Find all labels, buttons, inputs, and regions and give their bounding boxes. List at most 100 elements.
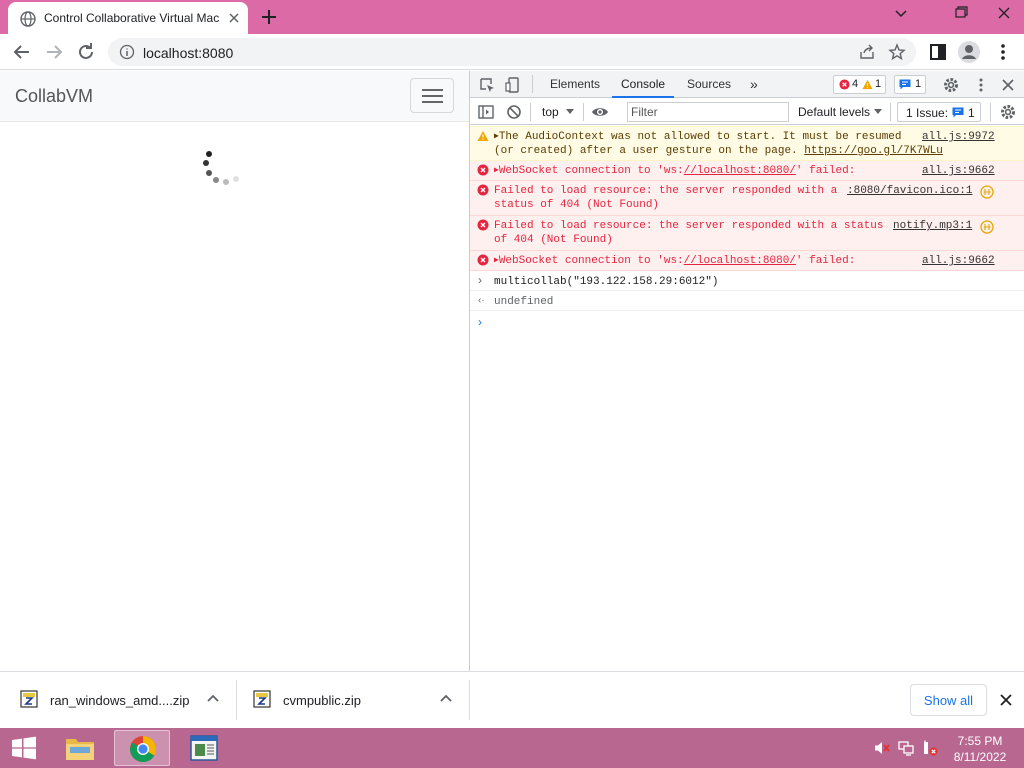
info-count: 1 [915,78,922,90]
show-sidebar-icon[interactable] [477,103,495,121]
message-text: ' failed: [795,165,856,177]
message-text: of 404 (Not Found) [494,234,613,246]
hamburger-line [422,89,443,91]
clock-date: 8/11/2022 [953,750,1007,764]
tab-elements[interactable]: Elements [548,71,602,98]
tab-search-chevron-icon[interactable] [884,0,918,26]
console-filter-input[interactable] [627,102,789,122]
kebab-menu-icon[interactable] [972,76,990,94]
message-text: Failed to load resource: the server resp… [494,220,884,232]
more-tabs-chevron-icon[interactable]: » [748,71,760,98]
console-warning-message[interactable]: ▶The AudioContext was not allowed to sta… [470,126,1024,161]
network-icon[interactable] [898,740,914,756]
browser-tab-active[interactable]: Control Collaborative Virtual Mac [8,2,248,34]
prompt-chevron-icon: › [478,315,482,329]
message-text: WebSocket connection to 'ws: [498,255,684,267]
console-result-entry[interactable]: ‹· undefined [470,291,1024,311]
profile-avatar-icon[interactable] [957,40,981,64]
site-brand[interactable]: CollabVM [15,86,93,107]
device-toolbar-icon[interactable] [504,76,522,94]
clear-console-icon[interactable] [505,103,523,121]
windows-start-icon[interactable] [6,734,42,762]
close-window-icon[interactable] [984,0,1024,26]
divider [890,103,891,121]
side-panel-icon[interactable] [926,40,950,64]
expand-triangle-icon[interactable]: ▶ [494,132,499,141]
error-warning-counter[interactable]: 4 1 [833,75,886,94]
zip-file-icon [253,690,271,708]
console-prompt[interactable]: › [470,311,1024,333]
forward-arrow-icon[interactable] [42,40,66,64]
console-error-message[interactable]: Failed to load resource: the server resp… [470,181,1024,216]
issues-label: 1 Issue: [906,106,949,120]
windows-taskbar: 7:55 PM 8/11/2022 [0,728,1024,768]
console-command-entry[interactable]: › multicollab("193.122.158.29:6012") [470,271,1024,291]
download-filename: cvmpublic.zip [283,693,362,708]
message-text: ' failed: [795,255,856,267]
close-devtools-icon[interactable] [999,76,1017,94]
message-link[interactable]: https://goo.gl/7K7WLu [804,145,943,157]
kebab-menu-icon[interactable] [991,40,1015,64]
divider [530,103,531,121]
message-source-link[interactable]: :8080/favicon.ico:1 [847,184,972,198]
site-navbar: CollabVM [0,71,469,122]
live-expression-eye-icon[interactable] [591,103,609,121]
expand-triangle-icon[interactable]: ▶ [494,256,499,265]
result-text: undefined [494,296,554,308]
issues-count: 1 [968,106,975,120]
console-settings-gear-icon[interactable] [999,103,1017,121]
download-item[interactable]: ran_windows_amd....zip [20,678,230,722]
hamburger-line [422,101,443,103]
address-bar[interactable]: localhost:8080 [108,38,916,66]
taskbar-app-window[interactable] [176,730,232,766]
chevron-up-icon[interactable] [205,691,221,707]
web-page-viewport: CollabVM [0,71,469,671]
message-source-link[interactable]: all.js:9662 [922,164,995,178]
settings-gear-icon[interactable] [942,76,960,94]
message-source-link[interactable]: notify.mp3:1 [893,219,972,233]
network-request-icon[interactable] [980,220,994,234]
message-source-link[interactable]: all.js:9662 [922,254,995,268]
divider [583,103,584,121]
download-shelf: ran_windows_amd....zip cvmpublic.zip Sho… [0,671,1024,728]
taskbar-chrome[interactable] [114,730,170,766]
taskbar-file-explorer[interactable] [52,730,108,766]
expand-triangle-icon[interactable]: ▶ [494,166,499,175]
close-tab-icon[interactable] [226,10,242,26]
browser-titlebar: Control Collaborative Virtual Mac [0,0,1024,34]
log-levels-dropdown[interactable]: Default levels [792,99,886,125]
volume-muted-icon[interactable] [874,740,890,756]
new-tab-icon[interactable] [259,7,279,27]
share-icon[interactable] [858,43,876,61]
reload-icon[interactable] [74,40,98,64]
tab-sources[interactable]: Sources [685,71,733,98]
back-arrow-icon[interactable] [10,40,34,64]
tab-console[interactable]: Console [612,71,675,98]
message-link[interactable]: //localhost:8080/ [684,255,796,267]
warning-icon [862,79,873,90]
browser-toolbar: localhost:8080 [0,34,1024,70]
error-icon [477,164,489,176]
console-error-message[interactable]: ▶WebSocket connection to 'ws://localhost… [470,251,1024,271]
message-source-link[interactable]: all.js:9972 [922,130,995,144]
console-error-message[interactable]: ▶WebSocket connection to 'ws://localhost… [470,161,1024,181]
message-link[interactable]: //localhost:8080/ [684,165,796,177]
command-text: multicollab("193.122.158.29:6012") [494,276,719,288]
close-download-shelf-icon[interactable] [996,690,1016,710]
console-error-message[interactable]: Failed to load resource: the server resp… [470,216,1024,251]
chevron-up-icon[interactable] [438,691,454,707]
action-center-alert-icon[interactable] [922,740,938,756]
network-request-icon[interactable] [980,185,994,199]
issues-button[interactable]: 1 Issue: 1 [897,102,981,122]
inspect-element-icon[interactable] [478,76,496,94]
taskbar-clock[interactable]: 7:55 PM 8/11/2022 [940,733,1020,765]
restore-window-icon[interactable] [944,0,978,26]
show-all-downloads-button[interactable]: Show all [910,684,987,716]
bookmark-star-icon[interactable] [888,43,906,61]
download-item[interactable]: cvmpublic.zip [253,678,458,722]
site-info-icon[interactable] [119,44,135,60]
dropdown-arrow-icon [566,109,574,114]
context-selector[interactable]: top [536,99,578,125]
hamburger-menu-button[interactable] [410,78,454,113]
info-counter[interactable]: 1 [894,75,926,94]
